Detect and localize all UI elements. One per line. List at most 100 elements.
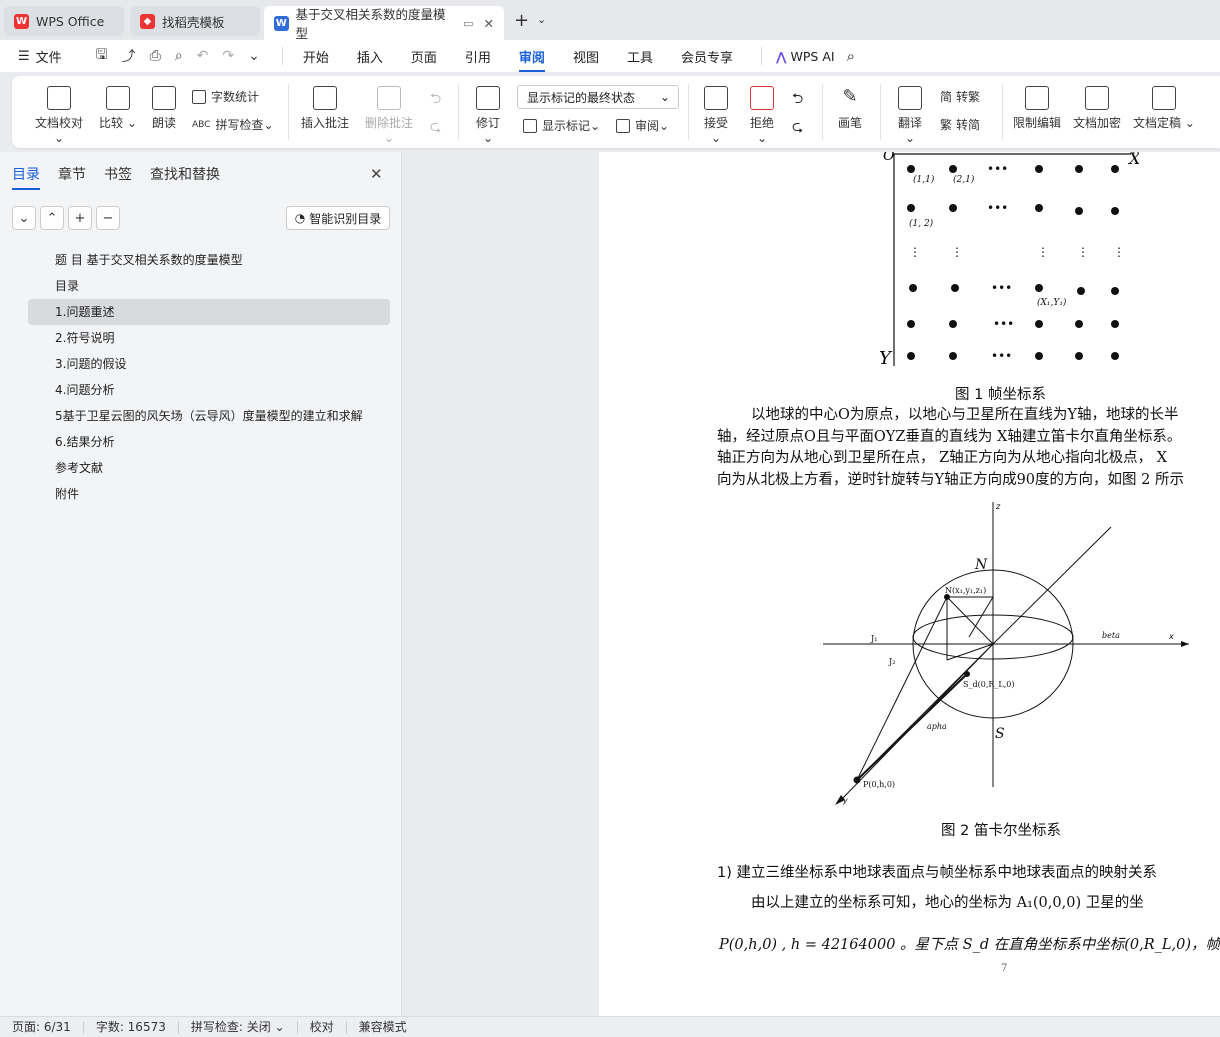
close-icon[interactable]: ✕ bbox=[484, 16, 494, 31]
finalize-icon bbox=[1152, 86, 1176, 110]
point-label: (1, 2) bbox=[909, 218, 934, 229]
toc-item[interactable]: 5基于卫星云图的风矢场（云导风）度量模型的建立和求解 bbox=[28, 403, 390, 429]
reject-button[interactable]: 拒绝 ⌄ bbox=[744, 86, 780, 145]
review-pane-button[interactable]: 审阅 ⌄ bbox=[616, 117, 669, 134]
save-icon[interactable]: 🖫 bbox=[96, 44, 108, 68]
x-axis-label: x bbox=[1168, 632, 1174, 641]
toc-item[interactable]: 2.符号说明 bbox=[28, 325, 390, 351]
add-heading-button[interactable]: + bbox=[68, 206, 92, 230]
menu-tools[interactable]: 工具 bbox=[627, 47, 653, 66]
toc-item[interactable]: 附件 bbox=[28, 481, 390, 507]
simplified-icon: 繁 bbox=[940, 118, 953, 132]
tab-find-replace[interactable]: 查找和替换 bbox=[150, 164, 220, 184]
read-aloud-button[interactable]: 朗读 bbox=[148, 86, 180, 131]
show-markup-button[interactable]: 显示标记 ⌄ bbox=[523, 117, 600, 134]
toc-item[interactable]: 目录 bbox=[28, 273, 390, 299]
svg-text:⋮: ⋮ bbox=[909, 245, 921, 259]
toc-item-selected[interactable]: 1.问题重述 bbox=[28, 299, 390, 325]
paragraph-line: 轴正方向为从地心到卫星所在点， Z轴正方向为从地心指向北极点， X bbox=[717, 450, 1168, 466]
ribbon-review: 文档校对 ⌄ 比较 ⌄ 朗读 字数统计 ABC 拼写检查 ⌄ 插入批注 删除批注 … bbox=[12, 76, 1220, 148]
prev-change-icon[interactable]: ⮌ bbox=[792, 88, 803, 112]
prev-comment-icon[interactable]: ⮌ bbox=[430, 88, 441, 112]
revise-icon bbox=[476, 86, 500, 110]
proof-button[interactable]: 校对 bbox=[298, 1020, 347, 1034]
tab-bookmark[interactable]: 书签 bbox=[104, 164, 132, 184]
word-doc-icon: W bbox=[274, 15, 289, 31]
new-tab-icon[interactable]: + bbox=[514, 10, 529, 31]
wps-ai-button[interactable]: ⋀ WPS AI bbox=[776, 49, 835, 64]
tab-toc[interactable]: 目录 bbox=[12, 164, 40, 190]
print-icon[interactable]: ⎙ bbox=[150, 48, 161, 64]
spell-check-button[interactable]: ABC 拼写检查 ⌄ bbox=[192, 116, 274, 133]
accept-button[interactable]: 接受 ⌄ bbox=[698, 86, 734, 145]
screen-icon[interactable]: ▭ bbox=[463, 17, 473, 30]
page-indicator[interactable]: 页面: 6/31 bbox=[0, 1020, 84, 1034]
redo-icon[interactable]: ↷ bbox=[222, 48, 234, 64]
to-simplified-button[interactable]: 繁转简 bbox=[940, 116, 980, 133]
paragraph-line: P(0,h,0) , h = 42164000 。星下点 S_d 在直角坐标系中… bbox=[719, 937, 1220, 953]
print-preview-icon[interactable]: ⌕ bbox=[175, 48, 183, 64]
word-count-indicator[interactable]: 字数: 16573 bbox=[84, 1020, 179, 1034]
document-page[interactable]: X O Y ••• ••• ⋮ ⋮ ⋮ ⋮ ⋮ ••• ••• ••• (1,1) (2… bbox=[599, 152, 1220, 1016]
cartesian-coordinate-figure: z x y N S N(x₁,y₁,z₁) beta apha J₁ J₂ S_… bbox=[823, 502, 1189, 805]
more-chevron-icon[interactable]: ⌄ bbox=[248, 48, 260, 64]
next-comment-icon[interactable]: ⮎ bbox=[430, 116, 441, 140]
spell-check-toggle[interactable]: 拼写检查: 关闭 ⌄ bbox=[179, 1020, 298, 1034]
plus-icon: + bbox=[74, 210, 86, 226]
menu-view[interactable]: 视图 bbox=[573, 47, 599, 66]
toc-item[interactable]: 题 目 基于交叉相关系数的度量模型 bbox=[28, 247, 390, 273]
toc-item[interactable]: 4.问题分析 bbox=[28, 377, 390, 403]
toc-item[interactable]: 参考文献 bbox=[28, 455, 390, 481]
delete-comment-button[interactable]: 删除批注 ⌄ bbox=[360, 86, 418, 145]
search-icon[interactable]: ⌕ bbox=[847, 47, 855, 65]
expand-button[interactable]: ⌃ bbox=[40, 206, 64, 230]
status-bar: 页面: 6/31 字数: 16573 拼写检查: 关闭 ⌄ 校对 兼容模式 bbox=[0, 1016, 1220, 1037]
undo-icon[interactable]: ↶ bbox=[197, 48, 209, 64]
page-number: 7 bbox=[1001, 963, 1008, 974]
y-axis-label: Y bbox=[879, 348, 893, 369]
proofread-button[interactable]: 文档校对 ⌄ bbox=[30, 86, 88, 145]
tab-docer[interactable]: ◆ 找稻壳模板 bbox=[130, 6, 260, 36]
menu-insert[interactable]: 插入 bbox=[357, 47, 383, 66]
compare-button[interactable]: 比较 ⌄ bbox=[98, 86, 138, 131]
word-count-button[interactable]: 字数统计 bbox=[192, 88, 259, 105]
menu-reference[interactable]: 引用 bbox=[465, 47, 491, 66]
next-change-icon[interactable]: ⮎ bbox=[792, 116, 803, 140]
encrypt-button[interactable]: 文档加密 bbox=[1072, 86, 1122, 131]
smart-toc-button[interactable]: ◔ 智能识别目录 bbox=[286, 206, 390, 230]
to-traditional-button[interactable]: 简转繁 bbox=[940, 88, 980, 105]
remove-heading-button[interactable]: − bbox=[96, 206, 120, 230]
chevron-up-icon: ⌃ bbox=[46, 210, 58, 226]
pen-button[interactable]: ✎ 画笔 bbox=[834, 86, 866, 131]
pen-icon: ✎ bbox=[842, 86, 858, 107]
menu-review[interactable]: 审阅 bbox=[518, 47, 545, 72]
file-menu[interactable]: ☰ 文件 bbox=[18, 47, 62, 66]
toc-item[interactable]: 3.问题的假设 bbox=[28, 351, 390, 377]
finalize-button[interactable]: 文档定稿 ⌄ bbox=[1132, 86, 1196, 131]
menu-member[interactable]: 会员专享 bbox=[681, 47, 733, 66]
svg-text:•••: ••• bbox=[987, 201, 1008, 215]
abc-icon: ABC bbox=[192, 119, 211, 130]
document-margin bbox=[403, 152, 599, 1016]
word-count-icon bbox=[192, 89, 206, 104]
markup-state-select[interactable]: 显示标记的最终状态 ⌄ bbox=[517, 85, 679, 109]
x-axis-label: X bbox=[1127, 152, 1139, 168]
chevron-down-icon[interactable]: ⌄ bbox=[537, 13, 546, 26]
translate-button[interactable]: 翻译 ⌄ bbox=[892, 86, 928, 145]
export-icon[interactable]: ⤴ bbox=[122, 46, 136, 66]
close-pane-icon[interactable]: ✕ bbox=[370, 165, 383, 183]
insert-comment-button[interactable]: 插入批注 bbox=[300, 86, 350, 131]
svg-text:•••: ••• bbox=[991, 349, 1012, 363]
menu-page[interactable]: 页面 bbox=[411, 47, 437, 66]
numbered-item: 1) 建立三维坐标系中地球表面点与帧坐标系中地球表面点的映射关系 bbox=[717, 865, 1157, 881]
restrict-edit-button[interactable]: 限制编辑 bbox=[1012, 86, 1062, 131]
menu-start[interactable]: 开始 bbox=[303, 47, 329, 66]
tab-wps-office[interactable]: W WPS Office bbox=[4, 6, 124, 36]
toc-item[interactable]: 6.结果分析 bbox=[28, 429, 390, 455]
point-label: (X₁,Y₁) bbox=[1037, 297, 1067, 308]
paragraph-line: 向为从北极上方看，逆时针旋转与Y轴正方向成90度的方向，如图 2 所示 bbox=[717, 472, 1184, 488]
tab-chapter[interactable]: 章节 bbox=[58, 164, 86, 184]
collapse-button[interactable]: ⌄ bbox=[12, 206, 36, 230]
revise-button[interactable]: 修订 ⌄ bbox=[470, 86, 506, 145]
tab-document[interactable]: W 基于交叉相关系数的度量模型 ▭ ✕ bbox=[264, 6, 504, 41]
